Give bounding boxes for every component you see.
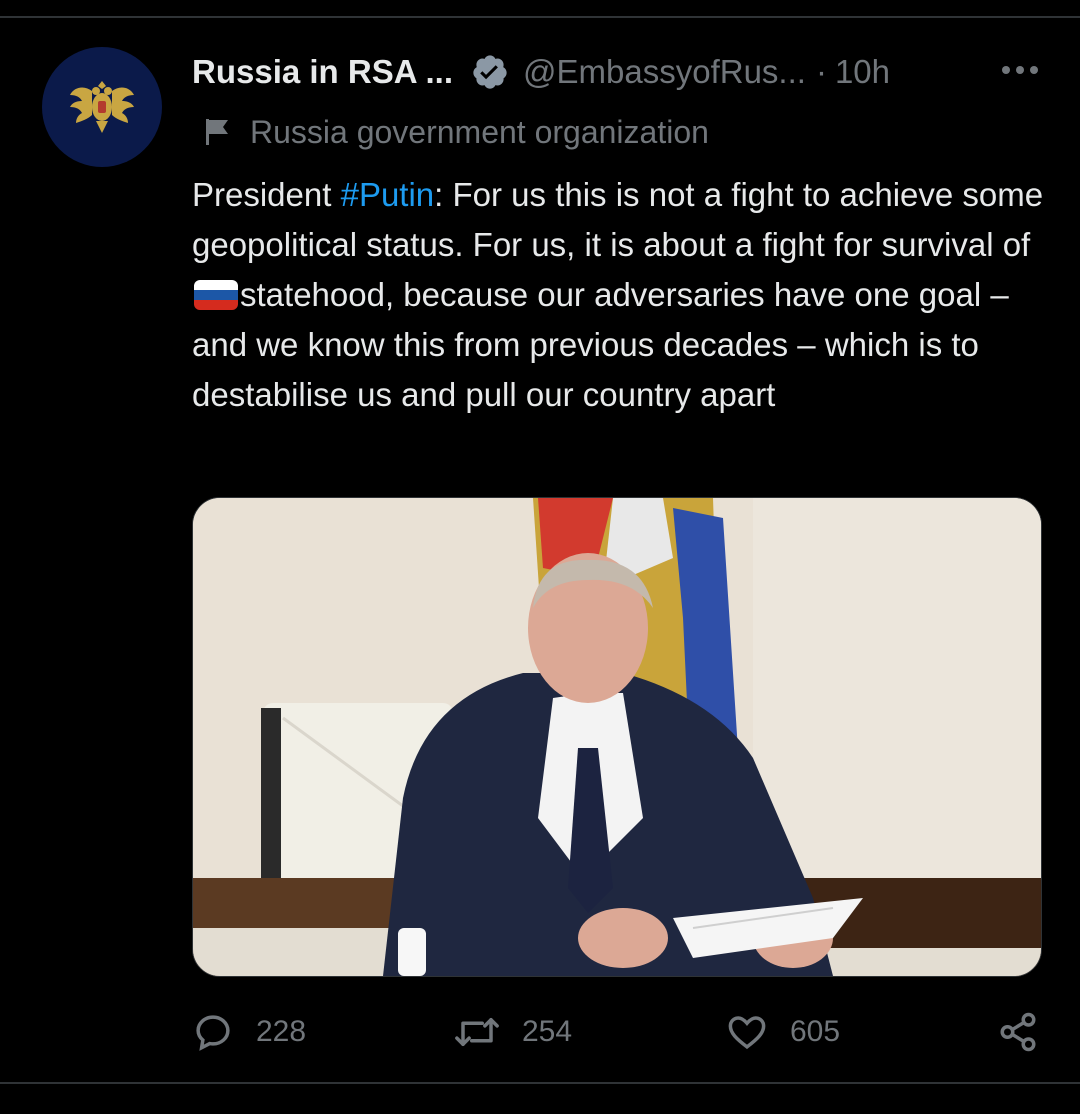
affiliation-text: Russia government organization (250, 113, 709, 150)
photo-president-at-desk (193, 498, 1041, 976)
tweet-text-part-1: President (192, 176, 341, 213)
tweet-photo[interactable] (192, 497, 1042, 977)
share-button[interactable] (997, 1004, 1039, 1060)
tweet-actions: 228 254 605 (192, 1004, 1040, 1060)
separator-dot: · (815, 53, 827, 90)
heart-icon (728, 1016, 766, 1050)
top-divider (0, 16, 1080, 18)
verified-badge-icon (473, 55, 507, 89)
bottom-divider (0, 1082, 1080, 1084)
flag-icon (206, 119, 228, 145)
display-name[interactable]: Russia in RSA ... (192, 53, 453, 91)
retweet-count: 254 (522, 1015, 573, 1048)
tweet-text-part-3: statehood, because our adversaries have … (192, 276, 1009, 413)
retweet-icon (455, 1018, 499, 1046)
hashtag-putin[interactable]: #Putin (341, 176, 435, 213)
russia-flag-emoji-icon (194, 280, 238, 310)
more-options-icon[interactable] (1000, 58, 1040, 82)
reply-icon (196, 1015, 230, 1051)
eagle-emblem-icon (70, 81, 134, 133)
timestamp[interactable]: 10h (835, 53, 890, 91)
like-count: 605 (790, 1015, 841, 1048)
tweet-header: Russia in RSA ... @EmbassyofRus... · 10h (192, 50, 1052, 94)
like-button[interactable]: 605 (726, 1004, 840, 1060)
reply-button[interactable]: 228 (192, 1004, 306, 1060)
user-handle[interactable]: @EmbassyofRus... (523, 53, 806, 91)
reply-count: 228 (256, 1015, 307, 1048)
affiliation-label[interactable]: Russia government organization (204, 112, 709, 152)
profile-avatar[interactable] (42, 47, 162, 167)
retweet-button[interactable]: 254 (454, 1004, 572, 1060)
share-icon (1000, 1012, 1036, 1052)
tweet-text: President #Putin: For us this is not a f… (192, 170, 1052, 420)
